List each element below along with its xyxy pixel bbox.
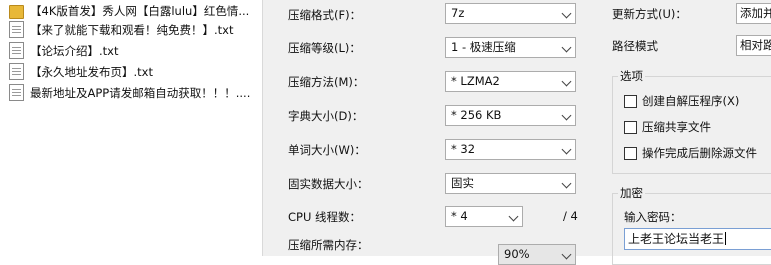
word-value: * 32 bbox=[451, 142, 476, 156]
solid-label: 固实数据大小： bbox=[288, 177, 369, 191]
file-name: 【论坛介绍】.txt bbox=[30, 43, 119, 58]
chevron-down-icon bbox=[508, 211, 519, 222]
delete-after-label: 操作完成后删除源文件 bbox=[642, 146, 757, 160]
file-row[interactable]: 最新地址及APP请发邮箱自动获取！！！.... bbox=[0, 82, 262, 103]
level-label: 压缩等级(L)： bbox=[288, 41, 361, 55]
memory-label: 压缩所需内存： bbox=[288, 238, 369, 252]
solid-select[interactable]: 固实 bbox=[445, 173, 576, 194]
options-title: 选项 bbox=[618, 68, 645, 84]
text-file-icon bbox=[9, 63, 24, 80]
text-file-icon bbox=[9, 42, 24, 59]
chevron-down-icon bbox=[561, 144, 572, 155]
chevron-down-icon bbox=[561, 249, 572, 260]
text-caret bbox=[725, 232, 727, 245]
dict-value: * 256 KB bbox=[451, 108, 502, 122]
file-list: 【4K版首发】秀人网【白露lulu】红色情... 【来了就能下载和观看！纯免费！… bbox=[0, 0, 262, 256]
compress-dialog: 压缩格式(F)： 压缩等级(L)： 压缩方法(M)： 字典大小(D)： 单词大小… bbox=[271, 0, 771, 265]
file-row[interactable]: 【论坛介绍】.txt bbox=[0, 40, 262, 61]
update-value: 添加并 bbox=[740, 6, 771, 20]
format-value: 7z bbox=[451, 6, 465, 20]
path-label: 路径模式 bbox=[612, 39, 658, 53]
format-label: 压缩格式(F)： bbox=[288, 8, 362, 22]
path-select[interactable]: 相对路 bbox=[736, 35, 771, 56]
solid-value: 固实 bbox=[451, 176, 474, 190]
threads-max: / 4 bbox=[563, 209, 578, 223]
update-select[interactable]: 添加并 bbox=[736, 3, 771, 24]
chevron-down-icon bbox=[561, 76, 572, 87]
checkbox-box[interactable] bbox=[624, 120, 637, 134]
password-input[interactable]: 上老王论坛当老王 bbox=[624, 228, 771, 250]
memory-select[interactable]: 90% bbox=[498, 244, 576, 265]
chevron-down-icon bbox=[561, 110, 572, 121]
checkbox-box[interactable] bbox=[624, 94, 637, 108]
file-name: 【永久地址发布页】.txt bbox=[30, 64, 153, 79]
sfx-checkbox[interactable]: 创建自解压程序(X) bbox=[624, 93, 739, 109]
chevron-down-icon bbox=[561, 178, 572, 189]
method-label: 压缩方法(M)： bbox=[288, 75, 365, 89]
chevron-down-icon bbox=[561, 42, 572, 53]
threads-label: CPU 线程数： bbox=[288, 210, 362, 224]
file-name: 【来了就能下载和观看！纯免费！】.txt bbox=[30, 22, 234, 37]
method-value: * LZMA2 bbox=[451, 74, 500, 88]
file-name: 最新地址及APP请发邮箱自动获取！！！.... bbox=[30, 85, 251, 100]
file-row[interactable]: 【永久地址发布页】.txt bbox=[0, 61, 262, 82]
method-select[interactable]: * LZMA2 bbox=[445, 71, 576, 92]
sfx-label: 创建自解压程序(X) bbox=[642, 94, 740, 108]
update-label: 更新方式(U)： bbox=[612, 7, 687, 21]
shared-checkbox[interactable]: 压缩共享文件 bbox=[624, 119, 711, 135]
level-select[interactable]: 1 - 极速压缩 bbox=[445, 37, 576, 58]
text-file-icon bbox=[9, 21, 24, 38]
shared-label: 压缩共享文件 bbox=[642, 120, 711, 134]
dict-label: 字典大小(D)： bbox=[288, 109, 364, 123]
threads-select[interactable]: * 4 bbox=[445, 206, 523, 227]
word-select[interactable]: * 32 bbox=[445, 139, 576, 160]
threads-value: * 4 bbox=[451, 209, 468, 223]
file-row[interactable]: 【来了就能下载和观看！纯免费！】.txt bbox=[0, 19, 262, 40]
file-row[interactable]: 【4K版首发】秀人网【白露lulu】红色情... bbox=[0, 0, 262, 21]
folder-icon bbox=[9, 4, 24, 19]
password-label: 输入密码： bbox=[624, 210, 682, 224]
level-value: 1 - 极速压缩 bbox=[451, 40, 516, 54]
chevron-down-icon bbox=[561, 8, 572, 19]
word-label: 单词大小(W)： bbox=[288, 143, 366, 157]
dict-select[interactable]: * 256 KB bbox=[445, 105, 576, 126]
path-value: 相对路 bbox=[740, 38, 771, 52]
memory-value: 90% bbox=[504, 247, 530, 261]
delete-after-checkbox[interactable]: 操作完成后删除源文件 bbox=[624, 145, 757, 161]
password-text: 上老王论坛当老王 bbox=[628, 232, 725, 246]
encryption-title: 加密 bbox=[618, 185, 645, 201]
checkbox-box[interactable] bbox=[624, 146, 637, 160]
format-select[interactable]: 7z bbox=[445, 3, 576, 24]
text-file-icon bbox=[9, 84, 24, 101]
file-name: 【4K版首发】秀人网【白露lulu】红色情... bbox=[30, 3, 250, 18]
